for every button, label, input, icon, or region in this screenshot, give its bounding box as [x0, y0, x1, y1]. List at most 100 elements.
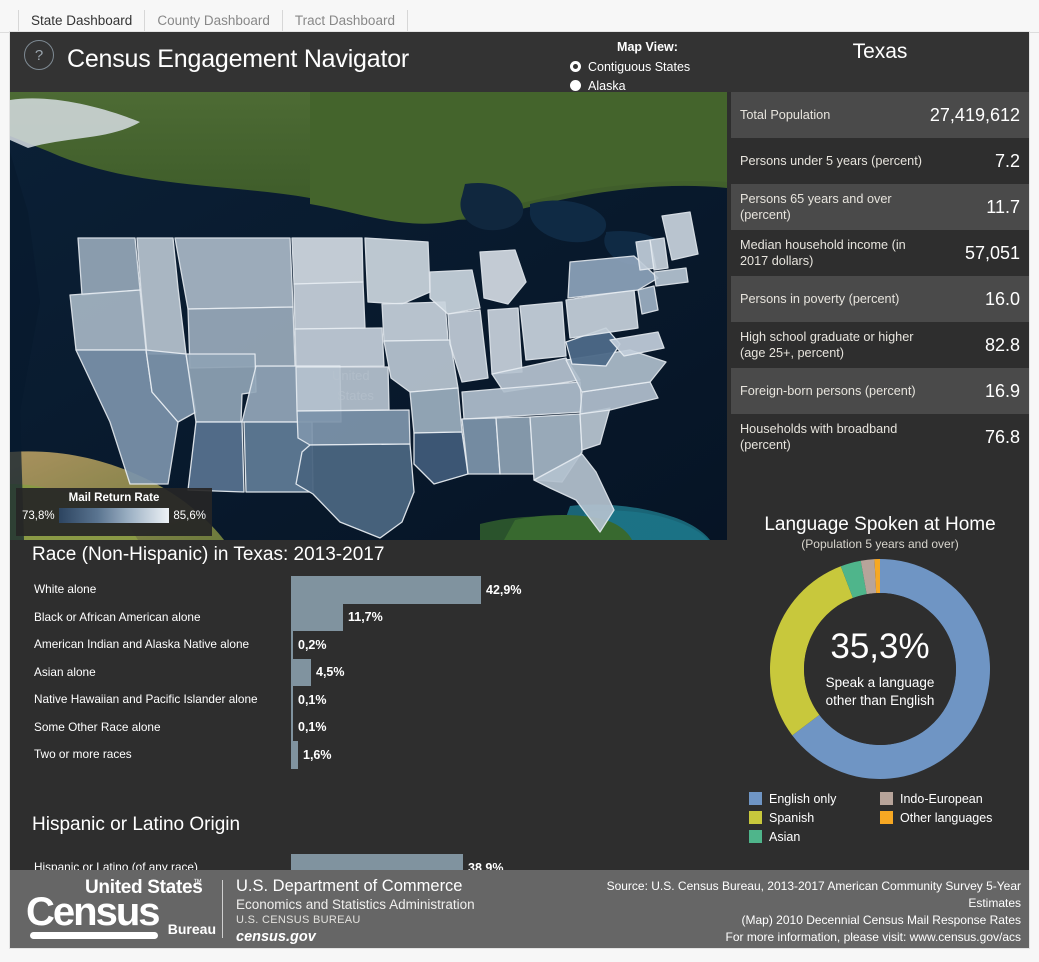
stat-label: Persons in poverty (percent) — [740, 292, 900, 306]
bar-row[interactable]: Black or African American alone 11,7% — [10, 603, 731, 631]
stat-label: High school graduate or higher (age 25+,… — [740, 330, 914, 360]
donut-caption-line2: other than English — [825, 693, 935, 708]
state-statistics-panel: Total Population 27,419,612 Persons unde… — [731, 92, 1029, 540]
department-line-1: U.S. Department of Commerce — [236, 877, 463, 895]
bar-value-label: 0,1% — [298, 720, 327, 735]
legend-swatch-icon — [749, 792, 762, 805]
donut-chart[interactable]: 35,3% Speak a language other than Englis… — [770, 559, 990, 779]
bar[interactable] — [291, 713, 293, 741]
bar-category-label: Some Other Race alone — [34, 719, 161, 734]
radio-contiguous-states[interactable]: Contiguous States — [570, 57, 735, 76]
legend-label: Spanish — [769, 810, 815, 825]
bar[interactable] — [291, 686, 293, 714]
selected-state-title: Texas — [852, 40, 908, 63]
legend-item-asian[interactable]: Asian — [749, 827, 880, 846]
bar-wrap: 42,9% — [291, 576, 521, 604]
help-icon[interactable]: ? — [24, 40, 54, 70]
stat-value: 11.7 — [986, 196, 1020, 217]
radio-label: Contiguous States — [588, 59, 691, 74]
department-block: U.S. Department of Commerce Economics an… — [236, 876, 475, 947]
legend-swatch-icon — [749, 830, 762, 843]
source-line-2: (Map) 2010 Decennial Census Mail Respons… — [741, 913, 1021, 927]
bar-category-label: Two or more races — [34, 747, 132, 761]
bar-row[interactable]: American Indian and Alaska Native alone 0… — [10, 631, 731, 659]
bar-wrap: 4,5% — [291, 658, 345, 686]
map-legend-scale: 73,8% 85,6% — [16, 504, 212, 523]
department-line-3: U.S. CENSUS BUREAU — [236, 914, 361, 926]
footer-divider — [222, 880, 223, 938]
language-chart-subtitle: (Population 5 years and over) — [801, 537, 959, 551]
radio-button-icon — [570, 80, 581, 91]
table-row[interactable]: Persons under 5 years (percent) 7.2 — [731, 138, 1029, 184]
table-row[interactable]: Median household income (in 2017 dollars… — [731, 230, 1029, 276]
bar-row[interactable]: Native Hawaiian and Pacific Islander alo… — [10, 686, 731, 714]
map-legend-min: 73,8% — [22, 509, 55, 522]
bar-row[interactable]: Some Other Race alone 0,1% — [10, 713, 731, 741]
donut-legend: English only Indo-European Spanish Other… — [749, 789, 1011, 846]
logo-census-wordmark: Census — [26, 890, 160, 934]
stat-label: Median household income (in 2017 dollars… — [740, 238, 906, 268]
bar-category-label: White alone — [34, 582, 97, 596]
legend-item-other-languages[interactable]: Other languages — [880, 808, 1011, 827]
dashboard-app: ? Census Engagement Navigator Map View: … — [10, 32, 1029, 948]
bar[interactable] — [291, 576, 481, 604]
table-row[interactable]: High school graduate or higher (age 25+,… — [731, 322, 1029, 368]
choropleth-map[interactable]: United States Mexico Cuba Mail Return Ra… — [10, 92, 727, 540]
tab-state-dashboard[interactable]: State Dashboard — [19, 10, 146, 32]
legend-item-spanish[interactable]: Spanish — [749, 808, 880, 827]
stat-value: 76.8 — [984, 426, 1020, 447]
map-canvas — [10, 92, 727, 540]
table-row[interactable]: Persons 65 years and over (percent) 11.7 — [731, 184, 1029, 230]
bar[interactable] — [291, 631, 293, 659]
stat-label: Foreign-born persons (percent) — [740, 384, 916, 398]
stat-label: Persons under 5 years (percent) — [740, 154, 922, 168]
bar[interactable] — [291, 603, 343, 631]
bar-row[interactable]: Two or more races 1,6% — [10, 741, 731, 769]
bar-row[interactable]: White alone 42,9% — [10, 576, 731, 604]
table-row[interactable]: Households with broadband (percent) 76.8 — [731, 414, 1029, 460]
bar-category-label: Asian alone — [34, 664, 96, 679]
legend-label: Other languages — [900, 810, 993, 825]
donut-caption-line1: Speak a language — [825, 675, 935, 690]
tab-county-dashboard[interactable]: County Dashboard — [145, 10, 283, 32]
bar-value-label: 0,1% — [298, 692, 327, 707]
legend-label: Asian — [769, 829, 801, 844]
donut-center-value: 35,3% — [830, 627, 930, 666]
race-bar-rows: White alone 42,9% Black or African America… — [10, 576, 731, 769]
bar-category-label: American Indian and Alaska Native alone — [34, 637, 250, 651]
stat-value: 82.8 — [984, 334, 1020, 355]
hispanic-chart-title: Hispanic or Latino Origin — [32, 814, 241, 835]
legend-item-english-only[interactable]: English only — [749, 789, 880, 808]
map-legend-color-ramp — [58, 508, 170, 523]
bar-row[interactable]: Asian alone 4,5% — [10, 658, 731, 686]
tab-tract-dashboard[interactable]: Tract Dashboard — [283, 10, 408, 32]
bar-wrap: 0,1% — [291, 713, 327, 741]
stat-value: 7.2 — [994, 150, 1020, 171]
bar-value-label: 11,7% — [348, 610, 383, 625]
map-legend-max: 85,6% — [173, 509, 206, 522]
bar-value-label: 42,9% — [486, 582, 522, 597]
bar-value-label: 0,2% — [298, 637, 327, 652]
legend-item-indo-european[interactable]: Indo-European — [880, 789, 1011, 808]
table-row[interactable]: Total Population 27,419,612 — [731, 92, 1029, 138]
stat-value: 57,051 — [964, 242, 1020, 263]
bar[interactable] — [291, 658, 311, 686]
bar-value-label: 1,6% — [303, 747, 332, 762]
bar-value-label: 4,5% — [316, 665, 345, 680]
tabbar-left-spacer — [0, 10, 19, 32]
logo-bar — [30, 932, 158, 939]
radio-label: Alaska — [588, 78, 626, 93]
donut-center: 35,3% Speak a language other than Englis… — [804, 593, 956, 745]
map-view-label: Map View: — [617, 40, 678, 54]
app-header: ? Census Engagement Navigator Map View: … — [10, 32, 1029, 131]
table-row[interactable]: Foreign-born persons (percent) 16.9 — [731, 368, 1029, 414]
table-row[interactable]: Persons in poverty (percent) 16.0 — [731, 276, 1029, 322]
map-legend: Mail Return Rate 73,8% 85,6% — [16, 488, 212, 536]
race-chart-title: Race (Non-Hispanic) in Texas: 2013-2017 — [32, 544, 385, 565]
stat-label: Total Population — [740, 108, 831, 122]
bar[interactable] — [291, 741, 298, 769]
logo-trademark: ™ — [193, 877, 202, 887]
bar-wrap: 11,7% — [291, 603, 383, 631]
stat-label: Households with broadband (percent) — [740, 422, 898, 452]
dashboard-tabbar: State Dashboard County Dashboard Tract D… — [0, 0, 1039, 33]
